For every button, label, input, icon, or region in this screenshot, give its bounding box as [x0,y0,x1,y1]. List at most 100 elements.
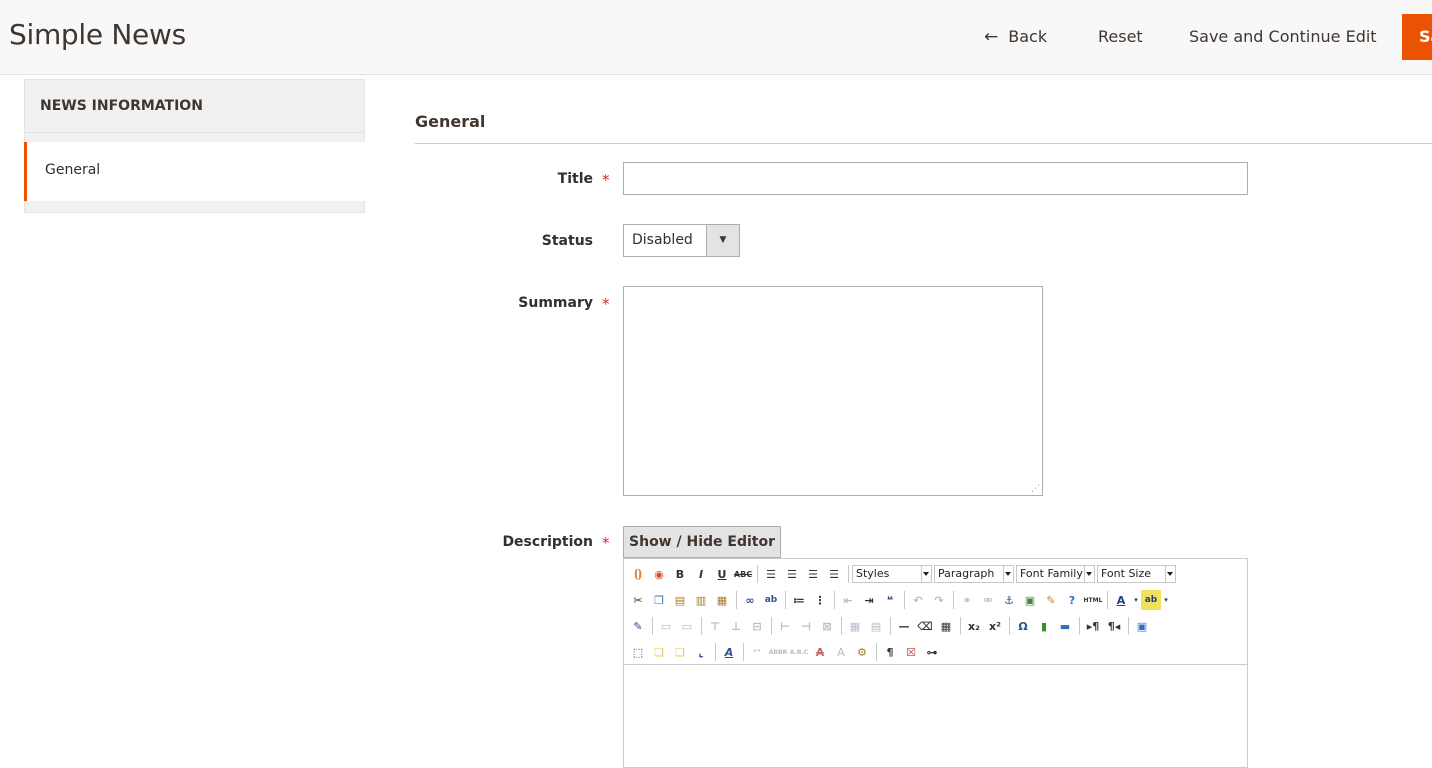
toolbar-separator [743,643,744,661]
save-button[interactable]: Save [1402,14,1432,60]
html-source-icon[interactable]: HTML [1083,590,1103,610]
visual-chars-icon[interactable]: ¶ [880,642,900,662]
toolbar-row-1: ⦗⦘ ◉ B I U ABC ☰ ☰ ☰ ☰ Styles Paragraph … [628,563,1178,585]
chevron-down-icon[interactable]: ▾ [1162,590,1170,610]
paste-word-icon[interactable]: ▦ [712,590,732,610]
link-icon[interactable]: ⚭ [957,590,977,610]
remove-format-icon[interactable]: ⌫ [915,616,935,636]
numbered-list-icon[interactable]: ⋮ [810,590,830,610]
back-button-label: Back [1008,27,1048,46]
sidebar-spacer [24,133,365,142]
table-icon[interactable]: ▦ [936,616,956,636]
redo-icon[interactable]: ↷ [929,590,949,610]
insert-layer-icon[interactable]: ⬚ [628,642,648,662]
split-cells-icon[interactable]: ▦ [845,616,865,636]
resize-grip-icon[interactable]: ⋰ [1031,485,1040,494]
bullet-list-icon[interactable]: ≔ [789,590,809,610]
title-input[interactable] [623,162,1248,195]
insert-row-before-icon[interactable]: ⊤ [705,616,725,636]
toolbar-separator [771,617,772,635]
align-center-icon[interactable]: ☰ [782,564,802,584]
move-forward-icon[interactable]: ❏ [649,642,669,662]
anchor-icon[interactable]: ⚓ [999,590,1019,610]
del-icon[interactable]: A [810,642,830,662]
page-break-icon[interactable]: ⊶ [922,642,942,662]
toolbar-separator [834,591,835,609]
toolbar-separator [1128,617,1129,635]
find-icon[interactable]: ∞ [740,590,760,610]
underline-icon[interactable]: U [712,564,732,584]
italic-icon[interactable]: I [691,564,711,584]
table-cell-props-icon[interactable]: ▭ [677,616,697,636]
image-icon[interactable]: ▣ [1020,590,1040,610]
delete-col-icon[interactable]: ⊠ [817,616,837,636]
editor-toolbar: ⦗⦘ ◉ B I U ABC ☰ ☰ ☰ ☰ Styles Paragraph … [624,559,1247,665]
description-editor[interactable]: ⦗⦘ ◉ B I U ABC ☰ ☰ ☰ ☰ Styles Paragraph … [623,558,1248,768]
rtl-icon[interactable]: ¶◂ [1104,616,1124,636]
toolbar-separator [876,643,877,661]
paste-text-icon[interactable]: ▥ [691,590,711,610]
replace-icon[interactable]: ab [761,590,781,610]
media-icon[interactable]: ▮ [1034,616,1054,636]
merge-cells-icon[interactable]: ▤ [866,616,886,636]
show-hide-editor-button[interactable]: Show / Hide Editor [623,526,781,558]
sidebar-heading-box: NEWS INFORMATION [24,79,365,133]
back-button[interactable]: ← Back [984,26,1047,48]
cleanup-icon[interactable]: ✎ [1041,590,1061,610]
insert-image-icon[interactable]: ◉ [649,564,669,584]
text-color-icon[interactable]: A [1111,590,1131,610]
align-justify-icon[interactable]: ☰ [824,564,844,584]
nonbreaking-icon[interactable]: ☒ [901,642,921,662]
fullscreen-icon[interactable]: ▣ [1132,616,1152,636]
insert-col-before-icon[interactable]: ⊢ [775,616,795,636]
summary-textarea[interactable]: ⋰ [623,286,1043,496]
styles-dropdown[interactable]: Styles [852,565,932,583]
absolute-position-icon[interactable]: ⌞ [691,642,711,662]
align-left-icon[interactable]: ☰ [761,564,781,584]
subscript-icon[interactable]: x₂ [964,616,984,636]
help-icon[interactable]: ? [1062,590,1082,610]
sidebar-item-general[interactable]: General [24,142,365,201]
toolbar-separator [736,591,737,609]
edit-css-icon[interactable]: ✎ [628,616,648,636]
toolbar-separator [848,565,849,583]
bold-icon[interactable]: B [670,564,690,584]
section-title: General [415,112,486,131]
superscript-icon[interactable]: x² [985,616,1005,636]
move-backward-icon[interactable]: ❏ [670,642,690,662]
font-size-dropdown[interactable]: Font Size [1097,565,1176,583]
status-select[interactable]: Disabled ▼ [623,224,740,257]
outdent-icon[interactable]: ⇤ [838,590,858,610]
save-and-continue-button[interactable]: Save and Continue Edit [1189,26,1377,48]
undo-icon[interactable]: ↶ [908,590,928,610]
sidebar-item-label: General [45,162,101,178]
acronym-icon[interactable]: A.B.C [789,642,809,662]
table-row-props-icon[interactable]: ▭ [656,616,676,636]
styleprops-icon[interactable]: A [719,642,739,662]
unlink-icon[interactable]: ⚮ [978,590,998,610]
cite-icon[interactable]: “” [747,642,767,662]
insert-col-after-icon[interactable]: ⊣ [796,616,816,636]
align-right-icon[interactable]: ☰ [803,564,823,584]
ins-icon[interactable]: A [831,642,851,662]
ltr-icon[interactable]: ▸¶ [1083,616,1103,636]
advanced-hr-icon[interactable]: ▬ [1055,616,1075,636]
horizontal-rule-icon[interactable]: — [894,616,914,636]
copy-icon[interactable]: ❐ [649,590,669,610]
chevron-down-icon[interactable]: ▾ [1132,590,1140,610]
special-char-icon[interactable]: Ω [1013,616,1033,636]
font-family-dropdown[interactable]: Font Family [1016,565,1095,583]
paragraph-dropdown[interactable]: Paragraph [934,565,1014,583]
attributes-icon[interactable]: ⚙ [852,642,872,662]
blockquote-icon[interactable]: ❝ [880,590,900,610]
abbr-icon[interactable]: ABBR [768,642,788,662]
cut-icon[interactable]: ✂ [628,590,648,610]
indent-icon[interactable]: ⇥ [859,590,879,610]
delete-row-icon[interactable]: ⊟ [747,616,767,636]
widget-icon[interactable]: ⦗⦘ [628,564,648,584]
highlight-color-icon[interactable]: ab [1141,590,1161,610]
paste-icon[interactable]: ▤ [670,590,690,610]
reset-button[interactable]: Reset [1098,26,1143,48]
insert-row-after-icon[interactable]: ⊥ [726,616,746,636]
strikethrough-icon[interactable]: ABC [733,564,753,584]
